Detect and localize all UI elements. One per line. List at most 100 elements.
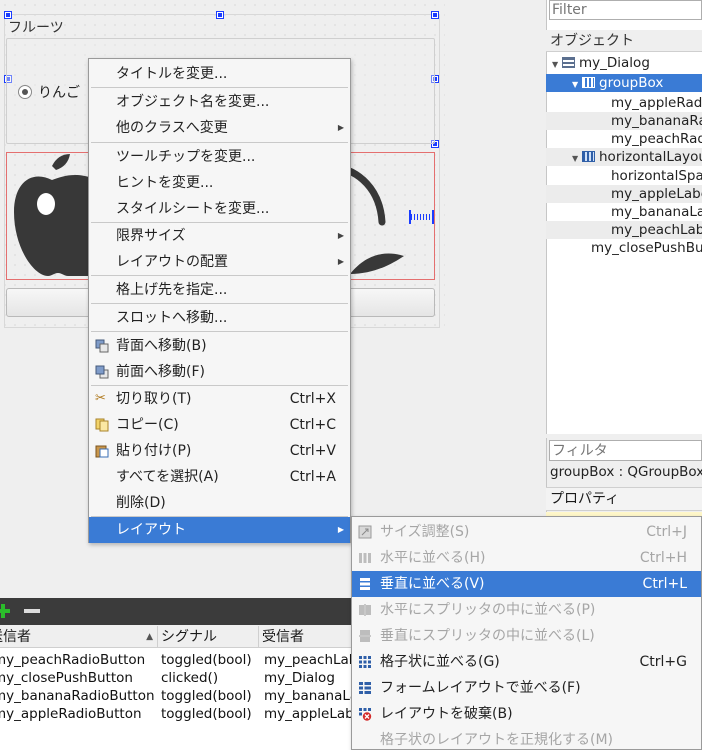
menu-item-label: 前面へ移動(F)	[116, 364, 205, 380]
menu-separator	[91, 303, 348, 304]
menu-item-change-tooltip[interactable]: ツールチップを変更...	[89, 144, 350, 170]
tree-item-label: my_closePushButton	[591, 240, 702, 256]
menu-item-promote-to[interactable]: 格上げ先を指定...	[89, 277, 350, 303]
column-label: シグナル	[161, 629, 217, 645]
layout-submenu: サイズ調整(S) Ctrl+J 水平に並べる(H) Ctrl+H 垂直に並べる(V)…	[351, 516, 702, 750]
object-filter-input[interactable]	[549, 0, 702, 20]
tree-item[interactable]: my_bananaRadioButton	[546, 112, 702, 130]
receiver-cell[interactable]: my_appleLabel	[261, 705, 352, 723]
add-connection-icon[interactable]	[0, 604, 10, 618]
menu-item-label: 格子状のレイアウトを正規化する(M)	[380, 732, 614, 748]
tree-item[interactable]: horizontalSpacer	[546, 167, 702, 185]
tree-item[interactable]: my_peachRadioButton	[546, 130, 702, 148]
property-column-header[interactable]: プロパティ	[546, 487, 702, 511]
menu-item-form-layout[interactable]: フォームレイアウトで並べる(F)	[352, 675, 701, 701]
menu-item-lay-out-vertically[interactable]: 垂直に並べる(V) Ctrl+L	[352, 571, 701, 597]
menu-item-simplify-grid-layout[interactable]: 格子状のレイアウトを正規化する(M)	[352, 727, 701, 750]
tree-item-my-dialog[interactable]: ▼ my_Dialog	[546, 54, 702, 72]
signal-cell[interactable]: toggled(bool)	[158, 651, 259, 669]
receiver-column-header[interactable]: 受信者	[259, 626, 352, 648]
receiver-cell[interactable]: my_peachLabel	[261, 651, 352, 669]
tree-item-groupbox[interactable]: ▼ groupBox	[546, 74, 702, 92]
remove-connection-icon[interactable]	[24, 609, 40, 613]
menu-item-adjust-size[interactable]: サイズ調整(S) Ctrl+J	[352, 519, 701, 545]
menu-item-label: オブジェクト名を変更...	[116, 94, 270, 110]
expand-arrow-icon[interactable]: ▼	[552, 56, 562, 72]
menu-item-copy[interactable]: コピー(C) Ctrl+C	[89, 412, 350, 438]
receiver-cell[interactable]: my_Dialog	[261, 669, 352, 687]
tree-item-label: my_appleLabel	[611, 186, 702, 202]
menu-shortcut: Ctrl+A	[289, 469, 336, 485]
sender-cell[interactable]: my_closePushButton	[0, 669, 158, 687]
object-column-header[interactable]: オブジェクト	[546, 30, 702, 52]
sender-cell[interactable]: my_peachRadioButton	[0, 651, 158, 669]
expand-arrow-icon[interactable]: ▼	[572, 76, 582, 92]
submenu-arrow-icon: ▶	[337, 231, 344, 240]
signal-slot-toolbar	[0, 598, 352, 625]
tree-item-label: my_peachRadioButton	[611, 131, 702, 147]
menu-item-horizontal-splitter[interactable]: 水平にスプリッタの中に並べる(P)	[352, 597, 701, 623]
apple-radio-button[interactable]: りんご	[18, 82, 80, 102]
resize-handle[interactable]	[216, 11, 224, 19]
sender-cell[interactable]: my_appleRadioButton	[0, 705, 158, 723]
column-label: 送信者	[0, 629, 31, 645]
sender-cell[interactable]: my_bananaRadioButton	[0, 687, 158, 705]
menu-item-select-all[interactable]: すべてを選択(A) Ctrl+A	[89, 464, 350, 490]
menu-item-cut[interactable]: ✂ 切り取り(T) Ctrl+X	[89, 386, 350, 412]
menu-item-paste[interactable]: 貼り付け(P) Ctrl+V	[89, 438, 350, 464]
menu-item-vertical-splitter[interactable]: 垂直にスプリッタの中に並べる(L)	[352, 623, 701, 649]
sender-column-header[interactable]: 送信者 ▲	[0, 626, 158, 648]
menu-item-layout[interactable]: レイアウト ▶	[89, 517, 350, 543]
receiver-cell[interactable]: my_bananaLabel	[261, 687, 352, 705]
menu-item-label: すべてを選択(A)	[116, 469, 219, 485]
menu-item-send-to-back[interactable]: 背面へ移動(B)	[89, 333, 350, 359]
tree-item[interactable]: my_appleRadioButton	[546, 94, 702, 112]
tree-item[interactable]: my_closePushButton	[546, 239, 702, 257]
column-label: 受信者	[262, 629, 304, 645]
horizontal-splitter-icon	[359, 604, 371, 616]
menu-item-label: スロットへ移動...	[116, 310, 228, 326]
signal-column-header[interactable]: シグナル	[158, 626, 259, 648]
expand-arrow-icon[interactable]: ▼	[572, 150, 582, 166]
signal-cell[interactable]: toggled(bool)	[158, 705, 259, 723]
menu-item-label: 他のクラスへ変更	[116, 120, 228, 136]
copy-icon	[95, 418, 109, 432]
menu-item-delete[interactable]: 削除(D)	[89, 490, 350, 516]
menu-item-change-stylesheet[interactable]: スタイルシートを変更...	[89, 196, 350, 222]
submenu-arrow-icon: ▶	[337, 123, 344, 132]
adjust-size-icon	[358, 525, 372, 539]
menu-separator	[91, 87, 348, 88]
tree-item-label: my_bananaLabel	[611, 204, 702, 220]
menu-item-change-class[interactable]: 他のクラスへ変更 ▶	[89, 115, 350, 141]
signal-cell[interactable]: toggled(bool)	[158, 687, 259, 705]
tree-item-horizontal-layout[interactable]: ▼ horizontalLayout	[546, 148, 702, 166]
tree-item[interactable]: my_bananaLabel	[546, 203, 702, 221]
menu-item-label: ヒントを変更...	[116, 175, 214, 191]
menu-item-grid-layout[interactable]: 格子状に並べる(G) Ctrl+G	[352, 649, 701, 675]
menu-item-label: スタイルシートを変更...	[116, 201, 270, 217]
tree-item-label: groupBox	[599, 75, 664, 91]
menu-shortcut: Ctrl+V	[289, 443, 336, 459]
menu-item-size-constraints[interactable]: 限界サイズ ▶	[89, 223, 350, 249]
resize-handle[interactable]	[431, 11, 439, 19]
horizontal-spacer[interactable]	[409, 210, 434, 224]
property-filter-input[interactable]	[549, 440, 702, 461]
tree-item[interactable]: my_peachLabel	[546, 221, 702, 239]
signal-cell[interactable]: clicked()	[158, 669, 259, 687]
horizontal-layout-icon	[359, 553, 371, 563]
menu-item-go-to-slot[interactable]: スロットへ移動...	[89, 305, 350, 331]
menu-item-break-layout[interactable]: レイアウトを破棄(B)	[352, 701, 701, 727]
menu-item-label: コピー(C)	[116, 417, 179, 433]
menu-item-layout-alignment[interactable]: レイアウトの配置 ▶	[89, 249, 350, 275]
menu-item-change-title[interactable]: タイトルを変更...	[89, 61, 350, 87]
apple-radio-label: りんご	[38, 85, 80, 101]
tree-item[interactable]: my_appleLabel	[546, 185, 702, 203]
layout-icon	[582, 77, 595, 88]
form-layout-icon	[359, 682, 371, 694]
menu-item-change-object-name[interactable]: オブジェクト名を変更...	[89, 89, 350, 115]
menu-item-bring-to-front[interactable]: 前面へ移動(F)	[89, 359, 350, 385]
grid-layout-icon	[359, 656, 371, 668]
menu-item-lay-out-horizontally[interactable]: 水平に並べる(H) Ctrl+H	[352, 545, 701, 571]
menu-item-label: レイアウト	[116, 522, 186, 538]
menu-item-change-hint[interactable]: ヒントを変更...	[89, 170, 350, 196]
